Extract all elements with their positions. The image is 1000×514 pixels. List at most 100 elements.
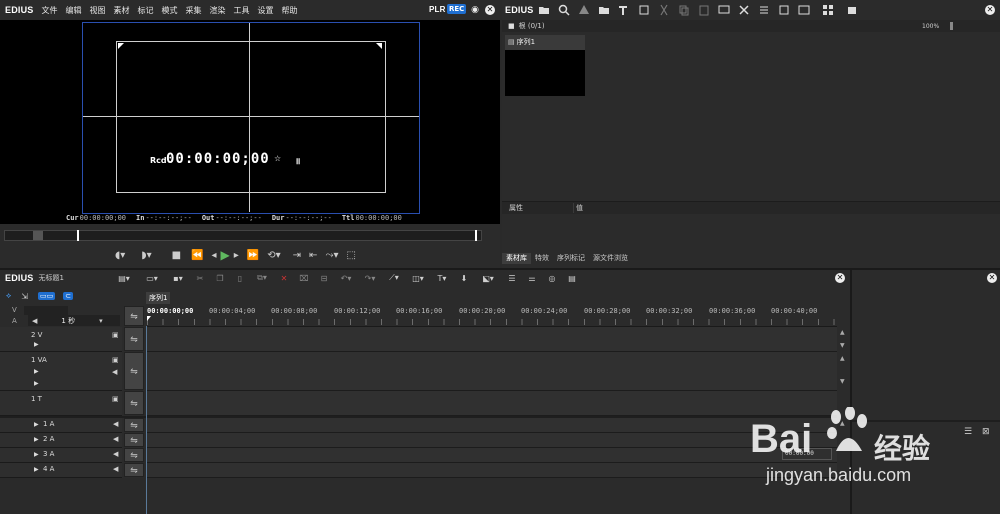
- side-panel-close-icon[interactable]: ✕: [987, 273, 997, 283]
- player-close-icon[interactable]: ✕: [485, 5, 495, 15]
- track-patch-2v[interactable]: ⇋: [124, 327, 144, 351]
- sequence-tab[interactable]: 序列1: [146, 292, 171, 304]
- add-marker-icon[interactable]: ⟋▾: [386, 272, 402, 284]
- track-audio-icon[interactable]: ◀: [113, 465, 118, 473]
- timeline-empty-area[interactable]: [147, 478, 837, 514]
- open-project-icon[interactable]: ▭▾: [142, 272, 162, 284]
- expand-icon[interactable]: ▶: [34, 451, 39, 458]
- track-patch-3a[interactable]: ⇋: [124, 448, 144, 462]
- menu-settings[interactable]: 设置: [258, 5, 274, 16]
- tab-bin[interactable]: 素材库: [502, 252, 531, 264]
- import-icon[interactable]: ⬇: [458, 272, 470, 284]
- set-in-icon[interactable]: ◖▾: [115, 250, 125, 261]
- scale-left-icon[interactable]: ◀: [32, 317, 37, 325]
- mode-sync-icon[interactable]: ⇲: [21, 292, 28, 301]
- scroll-up-icon[interactable]: ▲: [840, 355, 845, 362]
- track-patch-2a[interactable]: ⇋: [124, 433, 144, 447]
- step-back-icon[interactable]: ◂: [212, 250, 217, 261]
- ripple-delete-icon[interactable]: ⌧: [298, 272, 310, 284]
- bin-menu-icon[interactable]: [846, 4, 858, 16]
- add-to-timeline-icon[interactable]: [718, 4, 730, 16]
- menu-capture[interactable]: 采集: [186, 5, 202, 16]
- menu-clip[interactable]: 素材: [114, 5, 130, 16]
- expand-icon[interactable]: ▶: [34, 368, 39, 375]
- vectorscope-icon[interactable]: ◎: [546, 272, 558, 284]
- split-icon[interactable]: ⊟: [318, 272, 330, 284]
- scroll-down-icon[interactable]: ▼: [840, 342, 845, 349]
- track-audio-icon[interactable]: ◀: [113, 435, 118, 443]
- v-patch[interactable]: [24, 306, 68, 315]
- tl-delete-icon[interactable]: ✕: [278, 272, 290, 284]
- menu-mode[interactable]: 模式: [162, 5, 178, 16]
- insert-icon[interactable]: ⇥: [293, 250, 301, 261]
- tl-settings-icon[interactable]: ▤: [566, 272, 578, 284]
- tl-title-icon[interactable]: T▾: [434, 272, 450, 284]
- scale-dropdown-icon[interactable]: ▾: [99, 317, 103, 325]
- fast-forward-icon[interactable]: ⏩: [247, 250, 259, 261]
- mixer-icon[interactable]: ☰: [506, 272, 518, 284]
- track-header-1va[interactable]: 1 VA ▶ ▶ ▣ ◀: [0, 352, 122, 391]
- export-render-icon[interactable]: ⬕▾: [478, 272, 498, 284]
- menu-help[interactable]: 帮助: [282, 5, 298, 16]
- track-lane-2v[interactable]: [147, 327, 837, 352]
- track-audio-icon[interactable]: ◀: [113, 450, 118, 458]
- tl-insert-icon[interactable]: ⧉▾: [254, 272, 270, 284]
- paste-icon[interactable]: [698, 4, 710, 16]
- scrub-bar[interactable]: [4, 230, 482, 241]
- save-icon[interactable]: ▪▾: [170, 272, 186, 284]
- delete-icon[interactable]: [738, 4, 750, 16]
- tab-sequence-markers[interactable]: 序列标记: [553, 253, 589, 264]
- cut-icon[interactable]: [658, 4, 670, 16]
- timeline-close-icon[interactable]: ✕: [835, 273, 845, 283]
- timeline-ruler[interactable]: 00:00:00;00 00:00:04;00 00:00:08;00 00:0…: [147, 306, 837, 327]
- playhead-marker-icon[interactable]: [147, 316, 151, 321]
- track-lane-1va[interactable]: [147, 352, 837, 391]
- menu-edit[interactable]: 编辑: [66, 5, 82, 16]
- track-patch-1t[interactable]: ⇋: [124, 391, 144, 415]
- new-sequence-icon[interactable]: ▤▾: [114, 272, 134, 284]
- loop-icon[interactable]: ⟲▾: [267, 250, 280, 261]
- sequence-icon[interactable]: [638, 4, 650, 16]
- track-header-1t[interactable]: 1 T ▣: [0, 391, 122, 416]
- bin-close-icon[interactable]: ✕: [985, 5, 995, 15]
- track-lane-1a[interactable]: [147, 418, 837, 433]
- scroll-down-icon[interactable]: ▼: [840, 378, 845, 385]
- track-header-2v[interactable]: 2 V ▶ ▣: [0, 327, 122, 352]
- up-folder-icon[interactable]: [578, 4, 590, 16]
- track-patch-1va[interactable]: ⇋: [124, 352, 144, 390]
- menu-marker[interactable]: 标记: [138, 5, 154, 16]
- mode-overwrite-icon[interactable]: ⊂: [63, 292, 74, 300]
- menu-tools[interactable]: 工具: [234, 5, 250, 16]
- tab-source-browser[interactable]: 源文件浏览: [589, 253, 632, 264]
- scrub-handle[interactable]: [33, 231, 43, 240]
- track-lane-3a[interactable]: [147, 448, 837, 463]
- track-lane-4a[interactable]: [147, 463, 837, 478]
- track-header-2a[interactable]: ▶ 2 A ◀: [0, 433, 122, 448]
- view-mode-icon[interactable]: [818, 4, 838, 16]
- track-audio-icon[interactable]: ◀: [113, 420, 118, 428]
- menu-file[interactable]: 文件: [42, 5, 58, 16]
- proxy-icon[interactable]: [778, 4, 790, 16]
- track-lock-icon[interactable]: ▣: [112, 356, 119, 364]
- track-lane-2a[interactable]: [147, 433, 837, 448]
- play-icon[interactable]: ▶: [221, 248, 230, 262]
- rewind-icon[interactable]: ⏪: [191, 250, 203, 261]
- overwrite-icon[interactable]: ⇤: [309, 250, 317, 261]
- scroll-up-icon[interactable]: ▲: [840, 329, 845, 336]
- track-header-4a[interactable]: ▶ 4 A ◀: [0, 463, 122, 478]
- bin-zoom-slider[interactable]: [950, 22, 953, 30]
- track-audio-icon[interactable]: ◀: [112, 368, 117, 376]
- redo-icon[interactable]: ↷▾: [362, 272, 378, 284]
- menu-render[interactable]: 渲染: [210, 5, 226, 16]
- expand-icon[interactable]: ▶: [34, 341, 39, 348]
- track-lock-icon[interactable]: ▣: [112, 331, 119, 339]
- plr-mode-button[interactable]: PLR: [429, 5, 446, 14]
- title-icon[interactable]: [618, 4, 630, 16]
- track-header-toggle-button[interactable]: ⇋: [124, 306, 144, 326]
- transition-icon[interactable]: ◫▾: [410, 272, 426, 284]
- expand-icon[interactable]: ▶: [34, 466, 39, 473]
- expand-icon[interactable]: ▶: [34, 380, 39, 387]
- mode-ripple-icon[interactable]: ⟡: [6, 291, 11, 301]
- track-lock-icon[interactable]: ▣: [112, 395, 119, 403]
- tl-cut-icon[interactable]: ✂: [194, 272, 206, 284]
